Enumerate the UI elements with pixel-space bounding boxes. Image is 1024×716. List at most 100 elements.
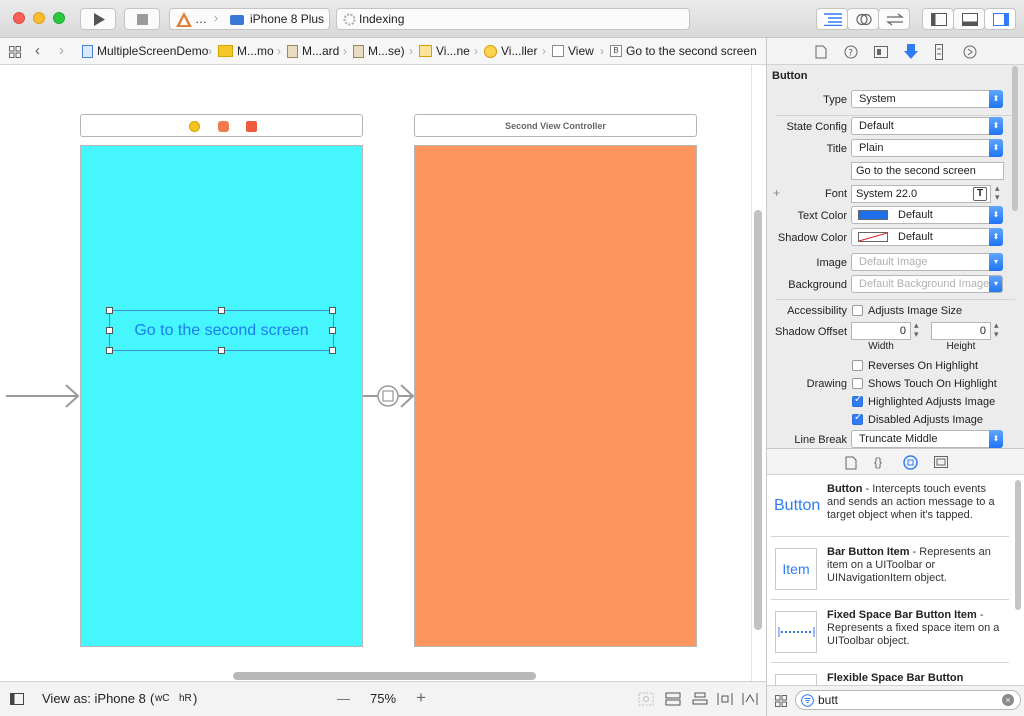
resize-handle[interactable] <box>106 307 113 314</box>
library-item-text: Button - Intercepts touch events and sen… <box>827 483 1005 522</box>
crumb-view[interactable]: View <box>552 44 594 58</box>
crumb-storyboard[interactable]: M...ard <box>287 44 339 58</box>
crumb-label: Vi...ller <box>501 44 538 58</box>
first-scene-dock[interactable] <box>80 114 363 137</box>
crumb-folder[interactable]: M...mo <box>218 44 274 58</box>
type-popup[interactable]: System ⬍ <box>851 90 1003 108</box>
forward-icon[interactable]: › <box>59 42 64 59</box>
reverses-on-highlight-checkbox[interactable] <box>852 360 863 371</box>
zoom-window-button[interactable] <box>53 12 65 24</box>
adjusts-image-size-checkbox[interactable] <box>852 305 863 316</box>
run-button[interactable] <box>80 8 116 30</box>
library-filter-field[interactable]: butt × <box>795 690 1021 710</box>
update-frames-icon[interactable] <box>638 692 654 706</box>
connections-inspector-icon[interactable] <box>963 45 977 59</box>
list-item[interactable]: Item Bar Button Item - Represents an ite… <box>771 538 1009 600</box>
disabled-adjusts-image-checkbox[interactable] <box>852 412 863 425</box>
file-template-library-icon[interactable] <box>845 456 857 470</box>
resize-handle[interactable] <box>106 327 113 334</box>
version-editor-button[interactable] <box>878 8 910 30</box>
selected-button[interactable]: Go to the second screen <box>106 307 336 354</box>
first-responder-icon[interactable] <box>218 121 229 132</box>
shadow-offset-height-field[interactable]: 0 <box>931 322 991 340</box>
title-type-popup[interactable]: Plain ⬍ <box>851 139 1003 157</box>
object-library-list[interactable]: Button Button - Intercepts touch events … <box>767 475 1024 685</box>
title-text-field[interactable]: Go to the second screen <box>851 162 1004 180</box>
utilities-toggle-button[interactable] <box>984 8 1016 30</box>
shadow-color-value: Default <box>898 231 933 243</box>
font-stepper[interactable]: ▴ ▾ <box>995 184 1000 202</box>
resize-handle[interactable] <box>106 347 113 354</box>
font-picker-icon[interactable]: T <box>973 187 987 201</box>
list-item[interactable]: Flexible Space Bar Button <box>771 664 1009 685</box>
file-inspector-icon[interactable] <box>815 45 827 59</box>
back-icon[interactable]: ‹ <box>35 42 40 59</box>
object-library-icon[interactable] <box>903 455 918 470</box>
zoom-out-button[interactable]: — <box>337 691 350 706</box>
library-scrollbar[interactable] <box>1015 480 1021 610</box>
size-inspector-icon[interactable] <box>935 44 943 60</box>
add-constraints-icon[interactable] <box>717 692 733 706</box>
assistant-editor-button[interactable] <box>847 8 879 30</box>
view-controller-icon[interactable] <box>189 121 200 132</box>
navigator-toggle-button[interactable] <box>922 8 954 30</box>
resolve-issues-icon[interactable] <box>742 692 758 706</box>
accessibility-label: Accessibility <box>787 305 847 317</box>
attributes-inspector-icon[interactable] <box>904 44 918 60</box>
resize-handle[interactable] <box>329 327 336 334</box>
crumb-scene[interactable]: Vi...ne <box>419 44 470 58</box>
resize-handle[interactable] <box>329 307 336 314</box>
resize-handle[interactable] <box>329 347 336 354</box>
shadow-offset-width-field[interactable]: 0 <box>851 322 911 340</box>
crumb-button[interactable]: B Go to the second screen <box>610 44 757 58</box>
code-snippet-library-icon[interactable]: {} <box>874 455 882 469</box>
shadow-width-stepper[interactable]: ▴ ▾ <box>914 321 919 339</box>
background-combobox[interactable]: Default Background Image ▾ <box>851 275 1003 293</box>
segue-arrow[interactable] <box>363 383 415 409</box>
identity-inspector-icon[interactable] <box>874 46 888 58</box>
list-item[interactable]: Button Button - Intercepts touch events … <box>771 475 1009 537</box>
crumb-storyboard-base[interactable]: M...se) <box>353 44 405 58</box>
crumb-separator: › <box>208 44 212 58</box>
resize-handle[interactable] <box>218 307 225 314</box>
second-view[interactable] <box>414 145 697 647</box>
stack-icon[interactable] <box>665 692 681 706</box>
font-field[interactable]: System 22.0 T <box>851 185 991 203</box>
view-as-label[interactable]: View as: iPhone 8 <box>42 691 146 706</box>
storyboard-canvas[interactable]: Go to the second screen Second View Cont… <box>0 65 766 681</box>
inspector-scrollbar[interactable] <box>1012 66 1018 211</box>
horizontal-scrollbar[interactable] <box>233 672 536 680</box>
second-scene-dock[interactable]: Second View Controller <box>414 114 697 137</box>
exit-icon[interactable] <box>246 121 257 132</box>
media-library-icon[interactable] <box>934 456 948 468</box>
state-config-popup[interactable]: Default ⬍ <box>851 117 1003 135</box>
shadow-height-stepper[interactable]: ▴ ▾ <box>994 321 999 339</box>
first-view[interactable] <box>80 145 363 647</box>
image-combobox[interactable]: Default Image ▾ <box>851 253 1003 271</box>
debug-area-toggle-button[interactable] <box>953 8 985 30</box>
related-items-icon[interactable] <box>9 46 21 58</box>
highlighted-adjusts-image-checkbox[interactable] <box>852 394 863 407</box>
crumb-project[interactable]: MultipleScreenDemo <box>82 44 208 58</box>
line-break-popup[interactable]: Truncate Middle ⬍ <box>851 430 1003 448</box>
standard-editor-button[interactable] <box>816 8 848 30</box>
scheme-selector[interactable]: … › iPhone 8 Plus <box>169 8 330 30</box>
line-break-label: Line Break <box>794 434 847 446</box>
quick-help-icon[interactable]: ? <box>844 45 858 59</box>
align-icon[interactable] <box>692 692 708 706</box>
shadow-color-popup[interactable]: Default ⬍ <box>851 228 1003 246</box>
close-window-button[interactable] <box>13 12 25 24</box>
minimize-window-button[interactable] <box>33 12 45 24</box>
document-outline-icon[interactable] <box>10 693 24 705</box>
grid-view-icon[interactable] <box>775 695 787 707</box>
shows-touch-checkbox[interactable] <box>852 378 863 389</box>
resize-handle[interactable] <box>218 347 225 354</box>
stop-button[interactable] <box>124 8 160 30</box>
list-item[interactable]: Fixed Space Bar Button Item - Represents… <box>771 601 1009 663</box>
text-color-popup[interactable]: Default ⬍ <box>851 206 1003 224</box>
initial-scene-arrow[interactable] <box>6 383 80 409</box>
vertical-scrollbar[interactable] <box>754 210 762 630</box>
clear-filter-icon[interactable]: × <box>1002 694 1014 706</box>
zoom-in-button[interactable]: + <box>416 688 426 708</box>
crumb-view-controller[interactable]: Vi...ller <box>484 44 537 58</box>
